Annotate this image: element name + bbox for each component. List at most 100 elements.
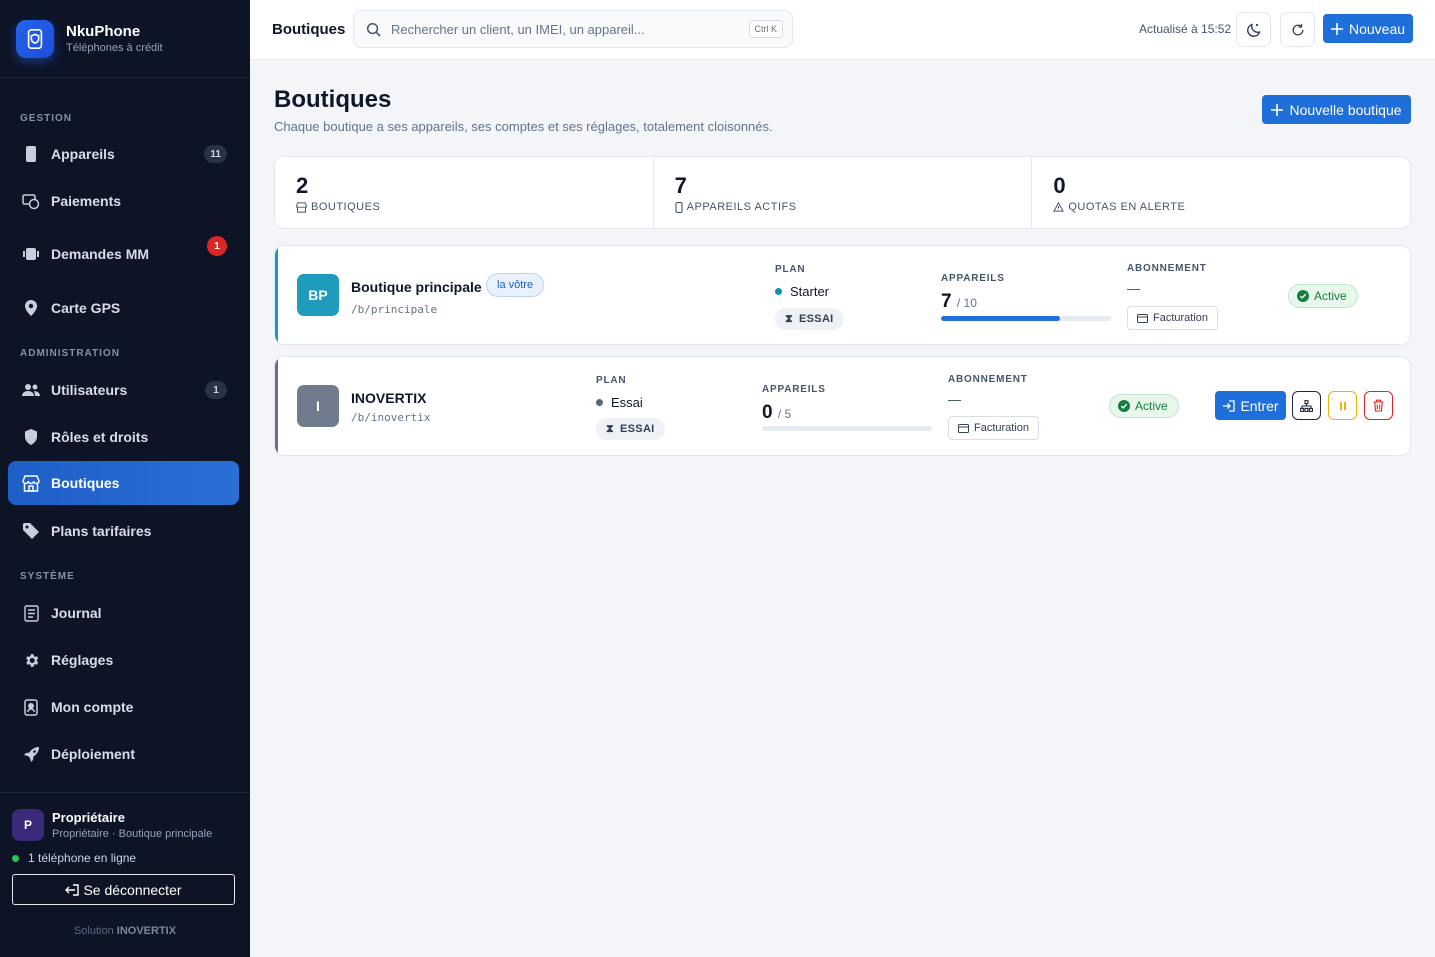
sidebar-item-label: Mon compte xyxy=(51,699,134,715)
sidebar-item-reglages[interactable]: Réglages xyxy=(8,638,239,682)
brand-name: NkuPhone xyxy=(66,23,141,40)
suspend-button[interactable] xyxy=(1328,391,1357,420)
current-user[interactable]: P Propriétaire Propriétaire · Boutique p… xyxy=(12,809,238,841)
plan-label: PLAN xyxy=(775,264,806,275)
sidebar-item-carte-gps[interactable]: Carte GPS xyxy=(8,286,239,330)
stat-quota-alerts: 0 QUOTAS EN ALERTE xyxy=(1032,157,1410,228)
card-accent xyxy=(275,246,278,344)
search-input[interactable] xyxy=(391,21,721,37)
yours-badge: la vôtre xyxy=(486,273,545,297)
sidebar-item-journal[interactable]: Journal xyxy=(8,591,239,635)
login-icon xyxy=(1223,399,1236,412)
sidebar-item-label: Carte GPS xyxy=(51,300,121,316)
devices-usage-bar xyxy=(941,316,1111,321)
billing-button[interactable]: Facturation xyxy=(1127,306,1219,330)
new-shop-button[interactable]: Nouvelle boutique xyxy=(1262,95,1411,124)
gear-icon xyxy=(22,651,40,669)
user-role: Propriétaire · Boutique principale xyxy=(52,828,213,840)
shortcut-hint: Ctrl K xyxy=(748,20,783,38)
online-text: 1 téléphone en ligne xyxy=(28,851,137,865)
sidebar-item-mon-compte[interactable]: Mon compte xyxy=(8,685,239,729)
status-badge: Active xyxy=(1109,394,1179,418)
card-icon xyxy=(1137,313,1148,323)
stat-label: APPAREILS ACTIFS xyxy=(686,201,797,213)
hierarchy-button[interactable] xyxy=(1292,391,1321,420)
phone-icon xyxy=(675,201,683,213)
plan-name: Starter xyxy=(775,284,829,299)
trash-icon xyxy=(1373,399,1384,412)
subscription-label: ABONNEMENT xyxy=(1127,263,1207,274)
devices-max: / 10 xyxy=(956,296,977,310)
credit-brand: INOVERTIX xyxy=(116,925,177,937)
sidebar-item-utilisateurs[interactable]: Utilisateurs 1 xyxy=(8,368,239,412)
logout-button[interactable]: Se déconnecter xyxy=(12,874,235,905)
section-administration: ADMINISTRATION xyxy=(20,348,120,359)
devices-used: 7 xyxy=(941,291,952,312)
devices-usage-bar xyxy=(762,426,932,431)
stats-panel: 2 BOUTIQUES 7 APPAREILS ACTIFS 0 QUOTAS … xyxy=(274,156,1411,229)
sidebar-item-label: Demandes MM xyxy=(51,246,150,262)
sidebar: NkuPhone Téléphones à crédit GESTION App… xyxy=(0,0,250,957)
sidebar-item-label: Journal xyxy=(51,605,102,621)
delete-button[interactable] xyxy=(1364,391,1393,420)
new-shop-label: Nouvelle boutique xyxy=(1289,101,1402,118)
status-badge: Active xyxy=(1288,284,1358,308)
sidebar-item-deploiement[interactable]: Déploiement xyxy=(8,732,239,776)
payments-icon xyxy=(22,192,40,210)
billing-label: Facturation xyxy=(974,422,1030,434)
shop-card[interactable]: I INOVERTIX /b/inovertix PLAN Essai ⧗ ES… xyxy=(274,356,1411,456)
sidebar-item-roles[interactable]: Rôles et droits xyxy=(8,415,239,459)
sidebar-item-appareils[interactable]: Appareils 11 xyxy=(8,132,239,176)
moon-icon xyxy=(1246,22,1261,37)
shop-name: INOVERTIX xyxy=(351,390,427,406)
sidebar-item-plans[interactable]: Plans tarifaires xyxy=(8,509,239,553)
sidebar-item-boutiques[interactable]: Boutiques xyxy=(8,461,239,505)
usage-fill xyxy=(941,316,1060,321)
warning-icon xyxy=(1053,202,1065,212)
theme-toggle-button[interactable] xyxy=(1236,12,1271,47)
check-circle-icon xyxy=(1297,290,1309,302)
top-title: Boutiques xyxy=(272,21,346,38)
shop-slug: /b/inovertix xyxy=(351,411,431,424)
sidebar-item-label: Paiements xyxy=(51,193,122,209)
account-icon xyxy=(22,698,40,716)
shop-name: Boutique principale xyxy=(351,279,482,295)
status-text: Active xyxy=(1135,399,1168,413)
phone-icon xyxy=(22,145,40,163)
devices-used: 0 xyxy=(762,402,773,423)
stat-label: BOUTIQUES xyxy=(311,201,381,213)
hourglass-icon: ⧗ xyxy=(606,422,615,435)
sidebar-item-label: Rôles et droits xyxy=(51,429,149,445)
plus-icon xyxy=(1330,22,1343,35)
trial-badge: ⧗ ESSAI xyxy=(775,308,844,330)
online-status: 1 téléphone en ligne xyxy=(12,851,238,865)
billing-button[interactable]: Facturation xyxy=(948,416,1040,440)
money-icon xyxy=(22,245,40,263)
stat-label: QUOTAS EN ALERTE xyxy=(1068,201,1186,213)
subscription-label: ABONNEMENT xyxy=(948,374,1028,385)
subscription-value: — xyxy=(948,392,961,407)
refresh-button[interactable] xyxy=(1280,12,1315,47)
trial-text: ESSAI xyxy=(620,423,655,435)
search-box[interactable]: Ctrl K xyxy=(353,10,793,48)
devices-label: APPAREILS xyxy=(762,384,826,395)
sidebar-item-demandes-mm[interactable]: Demandes MM 1 xyxy=(8,232,239,276)
topbar: Boutiques Ctrl K Actualisé à 15:52 Nouve… xyxy=(250,0,1435,60)
hierarchy-icon xyxy=(1300,399,1313,412)
stat-shops: 2 BOUTIQUES xyxy=(275,157,654,228)
stat-active-devices: 7 APPAREILS ACTIFS xyxy=(654,157,1033,228)
page-subtitle: Chaque boutique a ses appareils, ses com… xyxy=(274,119,773,134)
shop-card[interactable]: BP Boutique principale la vôtre /b/princ… xyxy=(274,245,1411,345)
last-refresh: Actualisé à 15:52 xyxy=(1139,22,1232,36)
sidebar-footer: P Propriétaire Propriétaire · Boutique p… xyxy=(0,792,250,937)
logout-label: Se déconnecter xyxy=(83,881,182,898)
enter-button[interactable]: Entrer xyxy=(1215,391,1286,420)
sidebar-item-label: Plans tarifaires xyxy=(51,523,152,539)
new-button[interactable]: Nouveau xyxy=(1323,14,1413,43)
sidebar-item-paiements[interactable]: Paiements xyxy=(8,179,239,223)
credit: Solution INOVERTIX xyxy=(12,925,238,937)
devices-max: / 5 xyxy=(777,407,792,421)
hourglass-icon: ⧗ xyxy=(785,312,794,325)
pause-icon xyxy=(1339,401,1346,410)
check-circle-icon xyxy=(1118,400,1130,412)
